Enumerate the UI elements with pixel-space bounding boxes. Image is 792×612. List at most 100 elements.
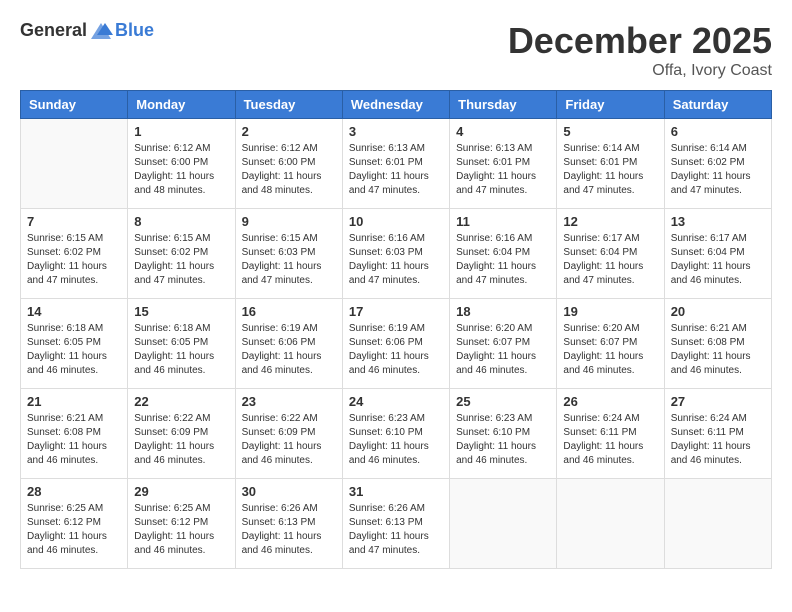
- day-info: Sunrise: 6:22 AM Sunset: 6:09 PM Dayligh…: [134, 412, 228, 468]
- day-info: Sunrise: 6:15 AM Sunset: 6:03 PM Dayligh…: [242, 232, 336, 288]
- day-number: 25: [456, 394, 550, 409]
- day-number: 2: [242, 124, 336, 139]
- day-cell: 6 Sunrise: 6:14 AM Sunset: 6:02 PM Daylig…: [664, 119, 771, 209]
- day-cell: 3 Sunrise: 6:13 AM Sunset: 6:01 PM Daylig…: [342, 119, 449, 209]
- day-cell: 2 Sunrise: 6:12 AM Sunset: 6:00 PM Daylig…: [235, 119, 342, 209]
- day-info: Sunrise: 6:24 AM Sunset: 6:11 PM Dayligh…: [563, 412, 657, 468]
- day-number: 31: [349, 484, 443, 499]
- day-cell: [450, 479, 557, 569]
- day-info: Sunrise: 6:24 AM Sunset: 6:11 PM Dayligh…: [671, 412, 765, 468]
- day-info: Sunrise: 6:12 AM Sunset: 6:00 PM Dayligh…: [134, 142, 228, 198]
- day-info: Sunrise: 6:26 AM Sunset: 6:13 PM Dayligh…: [349, 502, 443, 558]
- week-row-4: 21 Sunrise: 6:21 AM Sunset: 6:08 PM Dayli…: [21, 389, 772, 479]
- day-cell: 18Sunrise: 6:20 AM Sunset: 6:07 PM Dayli…: [450, 299, 557, 389]
- day-cell: 10 Sunrise: 6:16 AM Sunset: 6:03 PM Dayli…: [342, 209, 449, 299]
- day-info: Sunrise: 6:25 AM Sunset: 6:12 PM Dayligh…: [27, 502, 121, 558]
- day-cell: [557, 479, 664, 569]
- week-row-5: 28 Sunrise: 6:25 AM Sunset: 6:12 PM Dayli…: [21, 479, 772, 569]
- day-cell: 4 Sunrise: 6:13 AM Sunset: 6:01 PM Daylig…: [450, 119, 557, 209]
- day-cell: [21, 119, 128, 209]
- day-info: Sunrise: 6:19 AM Sunset: 6:06 PM Dayligh…: [349, 322, 443, 378]
- week-row-1: 1 Sunrise: 6:12 AM Sunset: 6:00 PM Daylig…: [21, 119, 772, 209]
- day-number: 6: [671, 124, 765, 139]
- logo-general: General: [20, 20, 87, 41]
- day-number: 8: [134, 214, 228, 229]
- day-cell: 21 Sunrise: 6:21 AM Sunset: 6:08 PM Dayli…: [21, 389, 128, 479]
- day-number: 23: [242, 394, 336, 409]
- day-info: Sunrise: 6:13 AM Sunset: 6:01 PM Dayligh…: [456, 142, 550, 198]
- day-info: Sunrise: 6:16 AM Sunset: 6:04 PM Dayligh…: [456, 232, 550, 288]
- day-info: Sunrise: 6:23 AM Sunset: 6:10 PM Dayligh…: [456, 412, 550, 468]
- day-number: 20: [671, 304, 765, 319]
- day-info: Sunrise: 6:22 AM Sunset: 6:09 PM Dayligh…: [242, 412, 336, 468]
- day-info: Sunrise: 6:26 AM Sunset: 6:13 PM Dayligh…: [242, 502, 336, 558]
- day-number: 13: [671, 214, 765, 229]
- logo-icon: [89, 21, 113, 41]
- day-info: Sunrise: 6:15 AM Sunset: 6:02 PM Dayligh…: [27, 232, 121, 288]
- day-info: Sunrise: 6:13 AM Sunset: 6:01 PM Dayligh…: [349, 142, 443, 198]
- day-cell: 26 Sunrise: 6:24 AM Sunset: 6:11 PM Dayli…: [557, 389, 664, 479]
- header-sunday: Sunday: [21, 91, 128, 119]
- day-number: 21: [27, 394, 121, 409]
- day-info: Sunrise: 6:21 AM Sunset: 6:08 PM Dayligh…: [27, 412, 121, 468]
- day-cell: 5Sunrise: 6:14 AM Sunset: 6:01 PM Daylig…: [557, 119, 664, 209]
- day-number: 27: [671, 394, 765, 409]
- day-info: Sunrise: 6:18 AM Sunset: 6:05 PM Dayligh…: [27, 322, 121, 378]
- day-info: Sunrise: 6:16 AM Sunset: 6:03 PM Dayligh…: [349, 232, 443, 288]
- week-row-2: 7 Sunrise: 6:15 AM Sunset: 6:02 PM Daylig…: [21, 209, 772, 299]
- day-cell: 13Sunrise: 6:17 AM Sunset: 6:04 PM Dayli…: [664, 209, 771, 299]
- day-number: 29: [134, 484, 228, 499]
- calendar-table: SundayMondayTuesdayWednesdayThursdayFrid…: [20, 90, 772, 569]
- day-number: 26: [563, 394, 657, 409]
- day-cell: 19 Sunrise: 6:20 AM Sunset: 6:07 PM Dayli…: [557, 299, 664, 389]
- day-cell: 22Sunrise: 6:22 AM Sunset: 6:09 PM Dayli…: [128, 389, 235, 479]
- day-info: Sunrise: 6:15 AM Sunset: 6:02 PM Dayligh…: [134, 232, 228, 288]
- day-number: 1: [134, 124, 228, 139]
- day-cell: 16 Sunrise: 6:19 AM Sunset: 6:06 PM Dayli…: [235, 299, 342, 389]
- day-cell: 28 Sunrise: 6:25 AM Sunset: 6:12 PM Dayli…: [21, 479, 128, 569]
- header-wednesday: Wednesday: [342, 91, 449, 119]
- day-number: 9: [242, 214, 336, 229]
- day-number: 28: [27, 484, 121, 499]
- day-cell: 29 Sunrise: 6:25 AM Sunset: 6:12 PM Dayli…: [128, 479, 235, 569]
- day-info: Sunrise: 6:14 AM Sunset: 6:02 PM Dayligh…: [671, 142, 765, 198]
- day-number: 10: [349, 214, 443, 229]
- day-cell: 14 Sunrise: 6:18 AM Sunset: 6:05 PM Dayli…: [21, 299, 128, 389]
- header-tuesday: Tuesday: [235, 91, 342, 119]
- day-info: Sunrise: 6:18 AM Sunset: 6:05 PM Dayligh…: [134, 322, 228, 378]
- header-row: SundayMondayTuesdayWednesdayThursdayFrid…: [21, 91, 772, 119]
- day-info: Sunrise: 6:19 AM Sunset: 6:06 PM Dayligh…: [242, 322, 336, 378]
- day-number: 15: [134, 304, 228, 319]
- day-cell: 17 Sunrise: 6:19 AM Sunset: 6:06 PM Dayli…: [342, 299, 449, 389]
- day-number: 4: [456, 124, 550, 139]
- header-thursday: Thursday: [450, 91, 557, 119]
- day-number: 17: [349, 304, 443, 319]
- week-row-3: 14 Sunrise: 6:18 AM Sunset: 6:05 PM Dayli…: [21, 299, 772, 389]
- title-block: December 2025 Offa, Ivory Coast: [508, 20, 772, 80]
- header-friday: Friday: [557, 91, 664, 119]
- day-number: 7: [27, 214, 121, 229]
- day-cell: 23 Sunrise: 6:22 AM Sunset: 6:09 PM Dayli…: [235, 389, 342, 479]
- day-cell: 12Sunrise: 6:17 AM Sunset: 6:04 PM Dayli…: [557, 209, 664, 299]
- day-cell: [664, 479, 771, 569]
- day-number: 19: [563, 304, 657, 319]
- day-info: Sunrise: 6:21 AM Sunset: 6:08 PM Dayligh…: [671, 322, 765, 378]
- day-number: 3: [349, 124, 443, 139]
- day-info: Sunrise: 6:12 AM Sunset: 6:00 PM Dayligh…: [242, 142, 336, 198]
- header-saturday: Saturday: [664, 91, 771, 119]
- day-cell: 15 Sunrise: 6:18 AM Sunset: 6:05 PM Dayli…: [128, 299, 235, 389]
- day-info: Sunrise: 6:20 AM Sunset: 6:07 PM Dayligh…: [456, 322, 550, 378]
- day-cell: 11Sunrise: 6:16 AM Sunset: 6:04 PM Dayli…: [450, 209, 557, 299]
- day-number: 14: [27, 304, 121, 319]
- day-cell: 25 Sunrise: 6:23 AM Sunset: 6:10 PM Dayli…: [450, 389, 557, 479]
- day-cell: 30Sunrise: 6:26 AM Sunset: 6:13 PM Dayli…: [235, 479, 342, 569]
- location-title: Offa, Ivory Coast: [508, 62, 772, 80]
- day-info: Sunrise: 6:25 AM Sunset: 6:12 PM Dayligh…: [134, 502, 228, 558]
- logo: General Blue: [20, 20, 154, 41]
- header-monday: Monday: [128, 91, 235, 119]
- logo-blue: Blue: [115, 20, 154, 41]
- day-number: 16: [242, 304, 336, 319]
- day-cell: 7 Sunrise: 6:15 AM Sunset: 6:02 PM Daylig…: [21, 209, 128, 299]
- page-header: General Blue December 2025 Offa, Ivory C…: [20, 20, 772, 80]
- day-info: Sunrise: 6:20 AM Sunset: 6:07 PM Dayligh…: [563, 322, 657, 378]
